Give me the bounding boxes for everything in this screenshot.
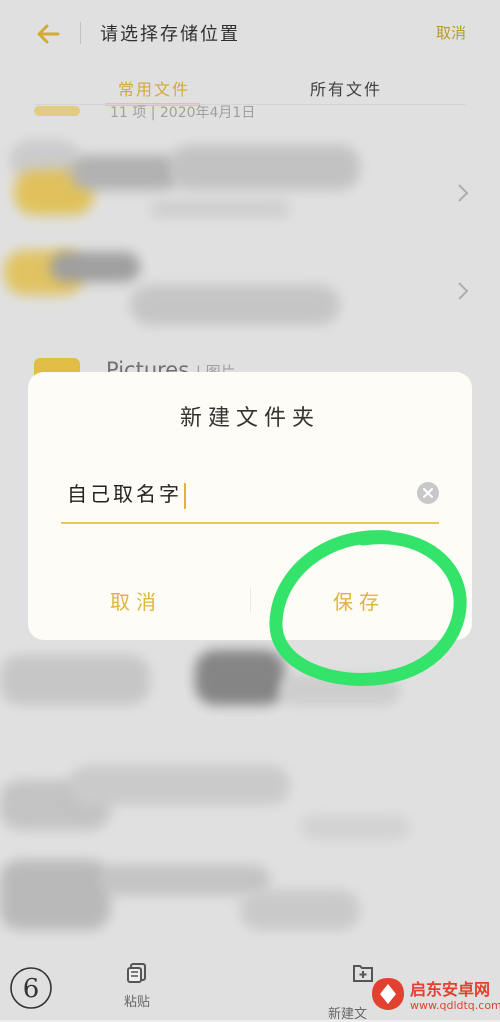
- close-icon: [423, 488, 433, 498]
- step-number-annotation: 6: [10, 967, 52, 1009]
- input-value-text: 自己取名字: [67, 482, 182, 506]
- paste-icon: [127, 963, 146, 983]
- step-number: 6: [23, 974, 40, 1004]
- screen: 请选择存储位置 取消 常用文件 所有文件 11 项 | 2020年4月1日 Pi…: [0, 0, 500, 1022]
- folder-name-input-value: 自己取名字: [67, 478, 186, 509]
- highlight-circle-annotation: [269, 530, 467, 687]
- watermark: 启东安卓网 www.qdldtq.com: [370, 972, 500, 1020]
- dialog-title: 新建文件夹: [179, 406, 320, 431]
- dialog-button-divider: [250, 587, 251, 613]
- new-folder-label: 新建文: [328, 1007, 368, 1022]
- paste-label: 粘贴: [123, 995, 150, 1010]
- dialog-cancel-button[interactable]: 取消: [110, 586, 162, 615]
- text-caret: [184, 482, 186, 509]
- clear-input-button[interactable]: [417, 482, 439, 504]
- watermark-url: www.qdldtq.com: [410, 999, 500, 1012]
- watermark-logo-icon: [372, 978, 404, 1010]
- paste-button[interactable]: 粘贴: [112, 961, 162, 1010]
- watermark-name: 启东安卓网: [410, 980, 491, 999]
- folder-name-input[interactable]: 自己取名字: [61, 472, 439, 524]
